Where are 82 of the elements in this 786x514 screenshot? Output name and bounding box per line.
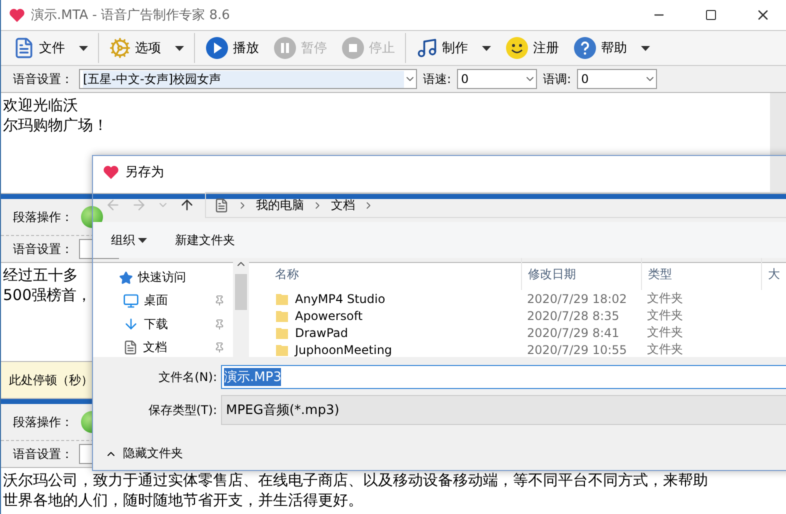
- column-header[interactable]: 大: [761, 258, 786, 290]
- gear-icon: [109, 37, 131, 59]
- star-icon: [119, 270, 133, 285]
- date-cell-text: 2020/7/29 8:41: [526, 326, 620, 340]
- filename-label: 文件名(N):: [158, 368, 217, 386]
- dialog-title: 另存为: [125, 164, 164, 181]
- help-icon: [573, 36, 597, 60]
- caret-icon: [641, 46, 650, 50]
- text-line: 欢迎光临沃: [3, 95, 78, 115]
- toolbar-button[interactable]: 文件: [7, 31, 71, 65]
- type-cell-text: 文件夹: [646, 290, 684, 307]
- column-header[interactable]: 名称: [269, 258, 521, 290]
- folder-icon: [275, 292, 289, 306]
- maximize-icon: [705, 9, 717, 21]
- segment-ops-label: 段落操作：: [13, 208, 73, 226]
- segment-ops-label: 段落操作：: [13, 414, 73, 430]
- date-cell-text: 2020/7/29 18:02: [526, 292, 628, 306]
- breadcrumb-item[interactable]: 文档: [331, 196, 355, 214]
- file-name[interactable]: DrawPad: [269, 326, 521, 340]
- back-button[interactable]: [105, 197, 121, 213]
- caret-icon: [482, 46, 491, 50]
- address-bar[interactable]: 我的电脑 文档: [205, 192, 786, 218]
- document-icon: [13, 37, 35, 59]
- monitor-icon: [123, 292, 139, 309]
- heart-icon: [9, 8, 25, 22]
- date-cell-text: 2020/7/28 8:35: [526, 308, 620, 322]
- toolbar-button[interactable]: 选项: [103, 31, 167, 65]
- window-title: 演示.MTA - 语音广告制作专家 8.6: [31, 7, 231, 24]
- file-name[interactable]: AnyMP4 Studio: [269, 292, 521, 306]
- voice-dropdown[interactable]: [五星-中文-女声]校园女声: [79, 69, 417, 89]
- smiley-icon: [505, 36, 529, 60]
- type-cell-text: 文件夹: [646, 341, 684, 357]
- pitch-dropdown[interactable]: 0: [577, 69, 658, 89]
- nav-item[interactable]: 下载: [93, 314, 233, 334]
- file-name[interactable]: Apowersoft: [269, 308, 521, 322]
- organize-button[interactable]: 组织: [111, 232, 147, 248]
- play-icon: [205, 36, 229, 60]
- up-button[interactable]: [179, 197, 195, 213]
- nav-item[interactable]: 桌面: [93, 291, 233, 310]
- scrollbar[interactable]: [770, 93, 786, 193]
- voice-setting-label: 语音设置：: [13, 240, 73, 258]
- pause-icon: [273, 36, 297, 60]
- caret-icon: [175, 46, 184, 50]
- filetype-dropdown[interactable]: MPEG音频(*.mp3): [221, 395, 786, 425]
- music-note-icon: [416, 37, 438, 59]
- document-icon: [123, 340, 138, 355]
- text-line: 尔玛购物广场！: [3, 115, 108, 135]
- filename-field[interactable]: 演示.MP3: [221, 365, 786, 389]
- toolbar-button[interactable]: 制作: [410, 31, 474, 65]
- folder-icon: [275, 326, 289, 340]
- new-folder-button[interactable]: 新建文件夹: [175, 232, 235, 248]
- date-cell-text: 2020/7/29 10:55: [526, 342, 628, 356]
- forward-button[interactable]: [131, 197, 147, 213]
- nav-item[interactable]: 文档: [93, 338, 233, 357]
- breadcrumb-item[interactable]: 我的电脑: [256, 196, 304, 214]
- toolbar-button[interactable]: 帮助: [567, 31, 633, 65]
- stop-icon: [341, 36, 365, 60]
- download-arrow-icon: [123, 316, 139, 332]
- text-line: 500强榜首，: [3, 285, 92, 305]
- nav-item[interactable]: 快速访问: [93, 268, 233, 288]
- speed-dropdown[interactable]: 0: [457, 69, 538, 89]
- pause-label: 此处停顿（秒）: [9, 372, 93, 388]
- document-icon: [214, 198, 229, 212]
- heart-icon: [103, 165, 119, 179]
- type-cell-text: 文件夹: [646, 307, 684, 324]
- folder-icon: [275, 308, 289, 322]
- column-header[interactable]: 类型: [641, 258, 761, 290]
- hide-folders-button[interactable]: 隐藏文件夹: [105, 445, 786, 462]
- text-line: 沃尔玛公司，致力于通过实体零售店、在线电子商店、以及移动设备移动端，等不同平台不同方式，来帮助: [3, 470, 708, 490]
- type-cell-text: 文件夹: [646, 324, 684, 341]
- caret-icon: [79, 46, 88, 50]
- voice-setting-label: 语音设置：: [13, 70, 73, 88]
- column-header[interactable]: 修改日期: [521, 258, 641, 290]
- file-name[interactable]: JuphoonMeeting: [269, 342, 521, 356]
- voice-setting-label: 语音设置：: [13, 446, 73, 462]
- toolbar-button[interactable]: 播放: [199, 31, 265, 65]
- text-line: 经过五十多: [3, 265, 78, 285]
- toolbar-button[interactable]: 注册: [499, 31, 565, 65]
- filetype-label: 保存类型(T):: [147, 402, 217, 418]
- speed-label: 语速:: [423, 70, 452, 88]
- text-line: 世界各地的人们，随时随地节省开支，并生活得更好。: [3, 490, 363, 510]
- pitch-label: 语调:: [543, 70, 572, 88]
